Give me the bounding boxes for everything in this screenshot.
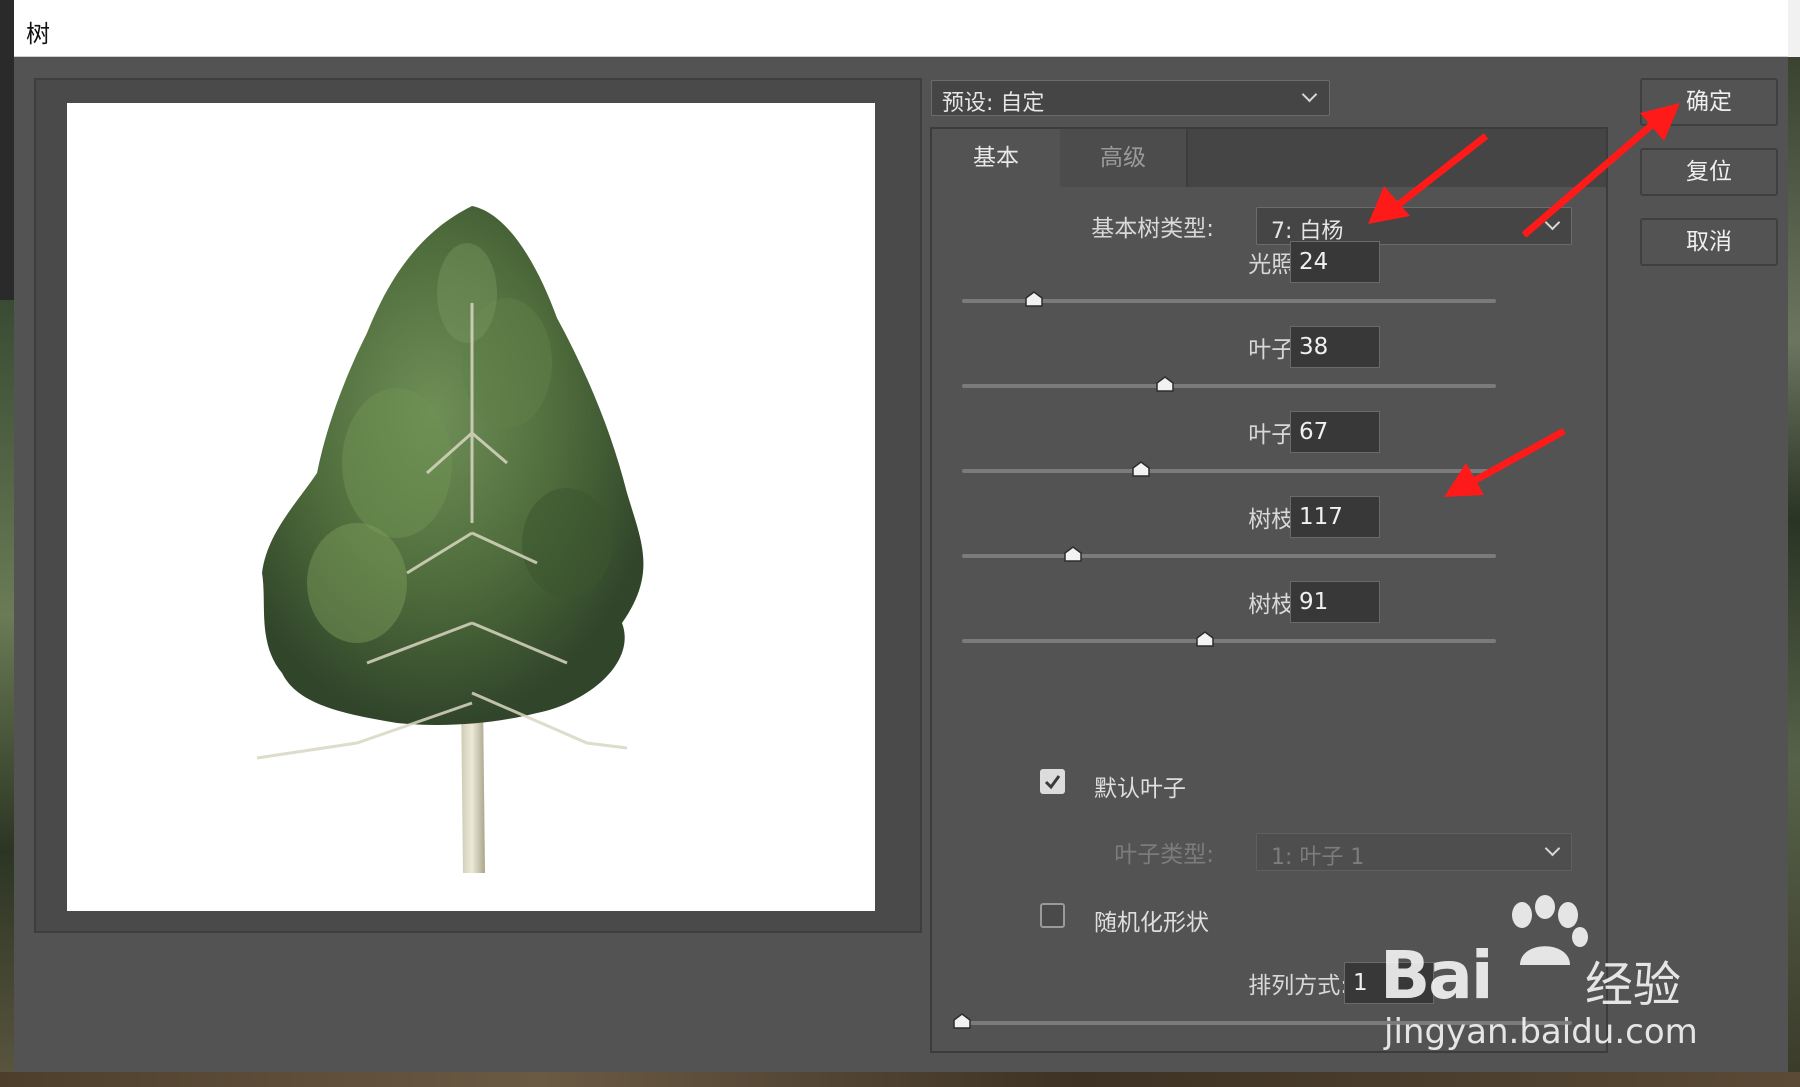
slider-track[interactable] (962, 469, 1496, 473)
randomize-shape-checkbox[interactable] (1040, 903, 1065, 928)
annotation-arrow (1444, 427, 1566, 497)
arrangement-input[interactable] (1344, 962, 1434, 1004)
preview-frame (34, 78, 922, 933)
slider-thumb[interactable] (1156, 376, 1174, 392)
slider-value-input[interactable] (1290, 496, 1380, 538)
default-leaves-label: 默认叶子 (1094, 776, 1186, 802)
slider-thumb[interactable] (1132, 461, 1150, 477)
title-bar[interactable]: 树 (14, 0, 1788, 57)
slider-value-input[interactable] (1290, 241, 1380, 283)
arrangement-slider-thumb[interactable] (953, 1013, 971, 1029)
leaf-type-dropdown[interactable]: 1: 叶子 1 (1256, 833, 1572, 871)
background-photo-left-edge (0, 300, 14, 1087)
tab-advanced[interactable]: 高级 (1060, 129, 1188, 187)
leaf-type-label: 叶子类型: (1114, 842, 1214, 868)
slider-value-input[interactable] (1290, 581, 1380, 623)
arrangement-slider-track[interactable] (962, 1021, 1572, 1025)
checkmark-icon (1044, 775, 1061, 790)
settings-panel: 基本 高级 基本树类型: 7: 白杨 光照方向:叶子数量:叶子大小:树枝高度:树… (930, 127, 1608, 1053)
tab-basic[interactable]: 基本 (932, 129, 1060, 187)
slider-thumb[interactable] (1025, 291, 1043, 307)
leaf-type-value: 1: 叶子 1 (1271, 845, 1365, 870)
annotation-arrow (1368, 133, 1489, 224)
background-photo-edge (1788, 0, 1800, 1087)
slider-thumb[interactable] (1064, 546, 1082, 562)
background-photo-bottom (0, 1072, 1800, 1087)
window-title: 树 (26, 20, 50, 48)
tree-preview (67, 103, 875, 911)
preset-label: 预设: 自定 (942, 91, 1045, 116)
chevron-down-icon (1544, 840, 1561, 857)
chevron-down-icon (1301, 86, 1318, 103)
tree-dialog: 树 预设: 自定 基本 高级 基本树类型: 7: 白杨 24 38 67 117… (14, 0, 1788, 1072)
annotation-arrow (1521, 103, 1680, 238)
tree-image (256, 206, 644, 873)
arrangement-label: 排列方式: (1248, 973, 1348, 999)
default-leaves-checkbox[interactable] (1040, 769, 1065, 794)
slider-track[interactable] (962, 639, 1496, 643)
slider-value-input[interactable] (1290, 411, 1380, 453)
slider-thumb[interactable] (1196, 631, 1214, 647)
randomize-shape-label: 随机化形状 (1094, 910, 1209, 936)
slider-value-input[interactable] (1290, 326, 1380, 368)
slider-track[interactable] (962, 554, 1496, 558)
slider-track[interactable] (962, 384, 1496, 388)
preset-dropdown[interactable]: 预设: 自定 (931, 80, 1330, 116)
tree-type-label: 基本树类型: (1091, 216, 1214, 242)
